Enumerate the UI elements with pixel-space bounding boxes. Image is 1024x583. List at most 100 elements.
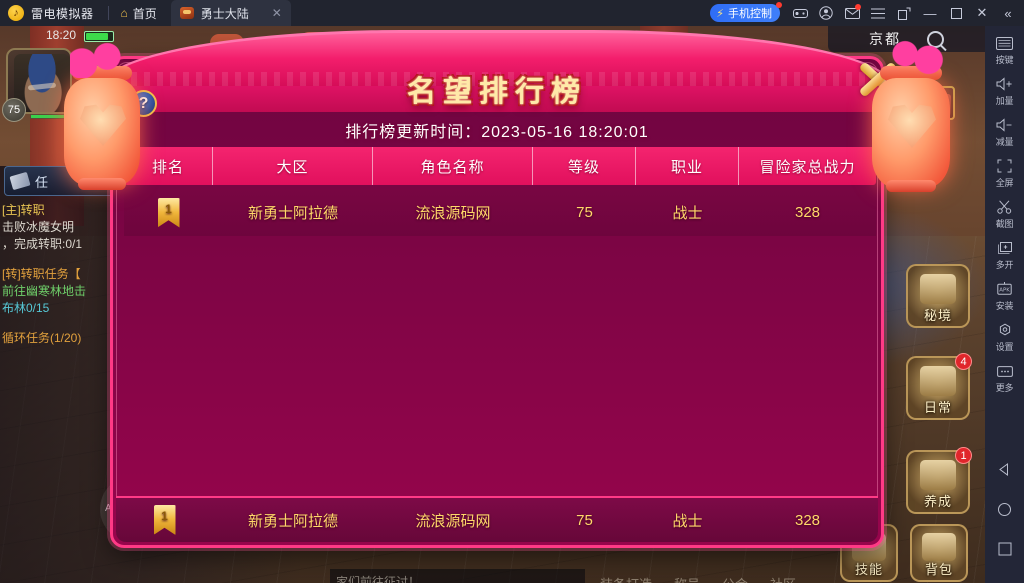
bottom-menu: 装备打造 称号 公会 社区 bbox=[600, 574, 796, 583]
column-header-zone: 大区 bbox=[213, 147, 373, 185]
sidebar-item-keymap[interactable]: 按键 bbox=[985, 34, 1024, 66]
daily-icon bbox=[920, 366, 956, 396]
button-daily-label: 日常 bbox=[923, 400, 952, 415]
button-cultivation-label: 养成 bbox=[923, 494, 952, 509]
cultivation-badge: 1 bbox=[955, 447, 972, 464]
button-cultivation[interactable]: 1 养成 bbox=[906, 447, 972, 514]
sidebar-label: 按键 bbox=[995, 55, 1014, 65]
quest-scroll-icon bbox=[9, 171, 31, 191]
daily-badge: 4 bbox=[955, 353, 972, 370]
phone-control-button[interactable]: ⚡ 手机控制 bbox=[710, 2, 782, 22]
more-icon bbox=[995, 362, 1014, 380]
titlebar-actions: ⚡ 手机控制 — ✕ « bbox=[710, 1, 1024, 25]
self-cell-character: 流浪源码网 bbox=[415, 512, 491, 530]
chat-box[interactable]: 家们前往征讨！ bbox=[330, 569, 585, 583]
sidebar-item-more[interactable]: 更多 bbox=[985, 362, 1024, 394]
share-icon[interactable] bbox=[892, 1, 916, 25]
self-cell-job: 战士 bbox=[672, 512, 703, 530]
minimize-button[interactable]: — bbox=[918, 1, 942, 25]
ranking-list-scroll-area[interactable] bbox=[124, 236, 876, 492]
gamepad-icon[interactable] bbox=[788, 1, 812, 25]
self-rank-medal-number: 1 bbox=[161, 509, 168, 523]
apk-install-icon: APK bbox=[995, 280, 1014, 298]
app-brand-label: 雷电模拟器 bbox=[31, 6, 94, 21]
home-icon: ⌂ bbox=[120, 6, 128, 20]
cell-power: 328 bbox=[794, 204, 821, 221]
app-logo-icon: ♪ bbox=[8, 5, 24, 21]
account-icon[interactable] bbox=[814, 1, 838, 25]
sidebar-label: 全屏 bbox=[995, 178, 1014, 188]
screen-root: 18:20 75 ⚡ 120/120 + 任 [主]转职 击败冰魔女明 ，完成转… bbox=[0, 0, 1024, 583]
mail-icon[interactable] bbox=[840, 1, 864, 25]
sidebar-item-screenshot[interactable]: 截图 bbox=[985, 198, 1024, 230]
button-secret-realm-label: 秘境 bbox=[923, 308, 952, 323]
mail-notification-dot bbox=[855, 4, 861, 10]
self-rank-medal-icon: 1 bbox=[153, 505, 176, 535]
button-backpack[interactable]: 背包 bbox=[910, 524, 968, 582]
page-title: 名望排行榜 bbox=[406, 76, 587, 108]
decor-lantern-left bbox=[58, 36, 148, 216]
table-row[interactable]: 1 新勇士阿拉德 流浪源码网 75 战士 328 bbox=[124, 189, 876, 236]
cell-level: 75 bbox=[576, 204, 593, 221]
self-rank-row[interactable]: 1 新勇士阿拉德 流浪源码网 75 战士 328 bbox=[116, 496, 878, 542]
volume-up-icon bbox=[995, 75, 1014, 93]
rank-medal-number: 1 bbox=[165, 201, 172, 216]
button-skills-label: 技能 bbox=[854, 562, 883, 577]
scissors-icon bbox=[995, 198, 1014, 216]
button-backpack-label: 背包 bbox=[924, 562, 953, 577]
column-header-power: 冒险家总战力 bbox=[759, 158, 856, 176]
self-cell-power: 328 bbox=[794, 511, 821, 529]
bolt-icon: ⚡ bbox=[716, 7, 724, 20]
button-daily[interactable]: 4 日常 bbox=[906, 353, 972, 420]
cell-character: 流浪源码网 bbox=[415, 205, 491, 222]
rank-medal-icon: 1 bbox=[157, 197, 180, 228]
maximize-button[interactable] bbox=[944, 1, 968, 25]
home-label: 首页 bbox=[132, 6, 157, 21]
multi-instance-icon bbox=[995, 239, 1014, 257]
game-icon bbox=[179, 7, 194, 19]
sidebar-item-settings[interactable]: 设置 bbox=[985, 321, 1024, 353]
android-nav-buttons bbox=[985, 449, 1024, 583]
sidebar-item-install-apk[interactable]: APK 安装 bbox=[985, 280, 1024, 312]
sidebar-label: 加量 bbox=[995, 96, 1014, 106]
square-recents-icon[interactable] bbox=[985, 529, 1024, 569]
secret-realm-icon bbox=[920, 274, 956, 304]
titlebar: ♪ 雷电模拟器 ⌂ 首页 勇士大陆 ✕ ⚡ 手机控制 — ✕ « bbox=[0, 0, 1024, 26]
menu-icon[interactable] bbox=[866, 1, 890, 25]
volume-down-icon bbox=[995, 116, 1014, 134]
sidebar-item-volume-down[interactable]: 减量 bbox=[985, 116, 1024, 148]
svg-text:APK: APK bbox=[999, 287, 1010, 293]
sidebar-label: 更多 bbox=[995, 383, 1014, 393]
sidebar-item-fullscreen[interactable]: 全屏 bbox=[985, 157, 1024, 189]
button-secret-realm[interactable]: 秘境 bbox=[906, 264, 970, 328]
bottom-menu-item-1[interactable]: 称号 bbox=[674, 574, 700, 583]
fullscreen-icon bbox=[995, 157, 1014, 175]
column-header-job: 职业 bbox=[636, 147, 739, 185]
home-tab[interactable]: ⌂ 首页 bbox=[121, 5, 157, 22]
triangle-back-icon[interactable] bbox=[985, 449, 1024, 489]
self-cell-level: 75 bbox=[576, 511, 593, 529]
decor-lantern-right bbox=[862, 36, 962, 216]
bottom-menu-item-0[interactable]: 装备打造 bbox=[600, 574, 652, 583]
sidebar-item-volume-up[interactable]: 加量 bbox=[985, 75, 1024, 107]
collapse-button[interactable]: « bbox=[996, 1, 1020, 25]
tab-close-icon[interactable]: ✕ bbox=[272, 6, 282, 20]
column-header-level: 等级 bbox=[533, 147, 636, 185]
sidebar-label: 多开 bbox=[995, 260, 1014, 270]
cell-job: 战士 bbox=[672, 205, 703, 222]
circle-home-icon[interactable] bbox=[985, 489, 1024, 529]
sidebar-label: 减量 bbox=[995, 137, 1014, 147]
cultivation-icon bbox=[920, 460, 956, 490]
sidebar-item-multi-instance[interactable]: 多开 bbox=[985, 239, 1024, 271]
close-button[interactable]: ✕ bbox=[970, 1, 994, 25]
cell-zone: 新勇士阿拉德 bbox=[247, 205, 338, 222]
emulator-sidebar: 按键 加量 减量 全屏 截图 多开 APK 安装 设置 更多 bbox=[985, 26, 1024, 583]
self-cell-zone: 新勇士阿拉德 bbox=[247, 512, 338, 530]
tab-game[interactable]: 勇士大陆 ✕ bbox=[170, 0, 291, 26]
quest-button-label: 任 bbox=[35, 174, 49, 190]
sidebar-label: 截图 bbox=[995, 219, 1014, 229]
ranking-panel: 名望排行榜 排行榜更新时间：2023-05-16 18:20:01 ? 排名 大… bbox=[102, 30, 898, 555]
bottom-menu-item-2[interactable]: 公会 bbox=[722, 574, 748, 583]
bottom-menu-item-3[interactable]: 社区 bbox=[770, 574, 796, 583]
chat-line: 家们前往征讨！ bbox=[336, 575, 421, 583]
